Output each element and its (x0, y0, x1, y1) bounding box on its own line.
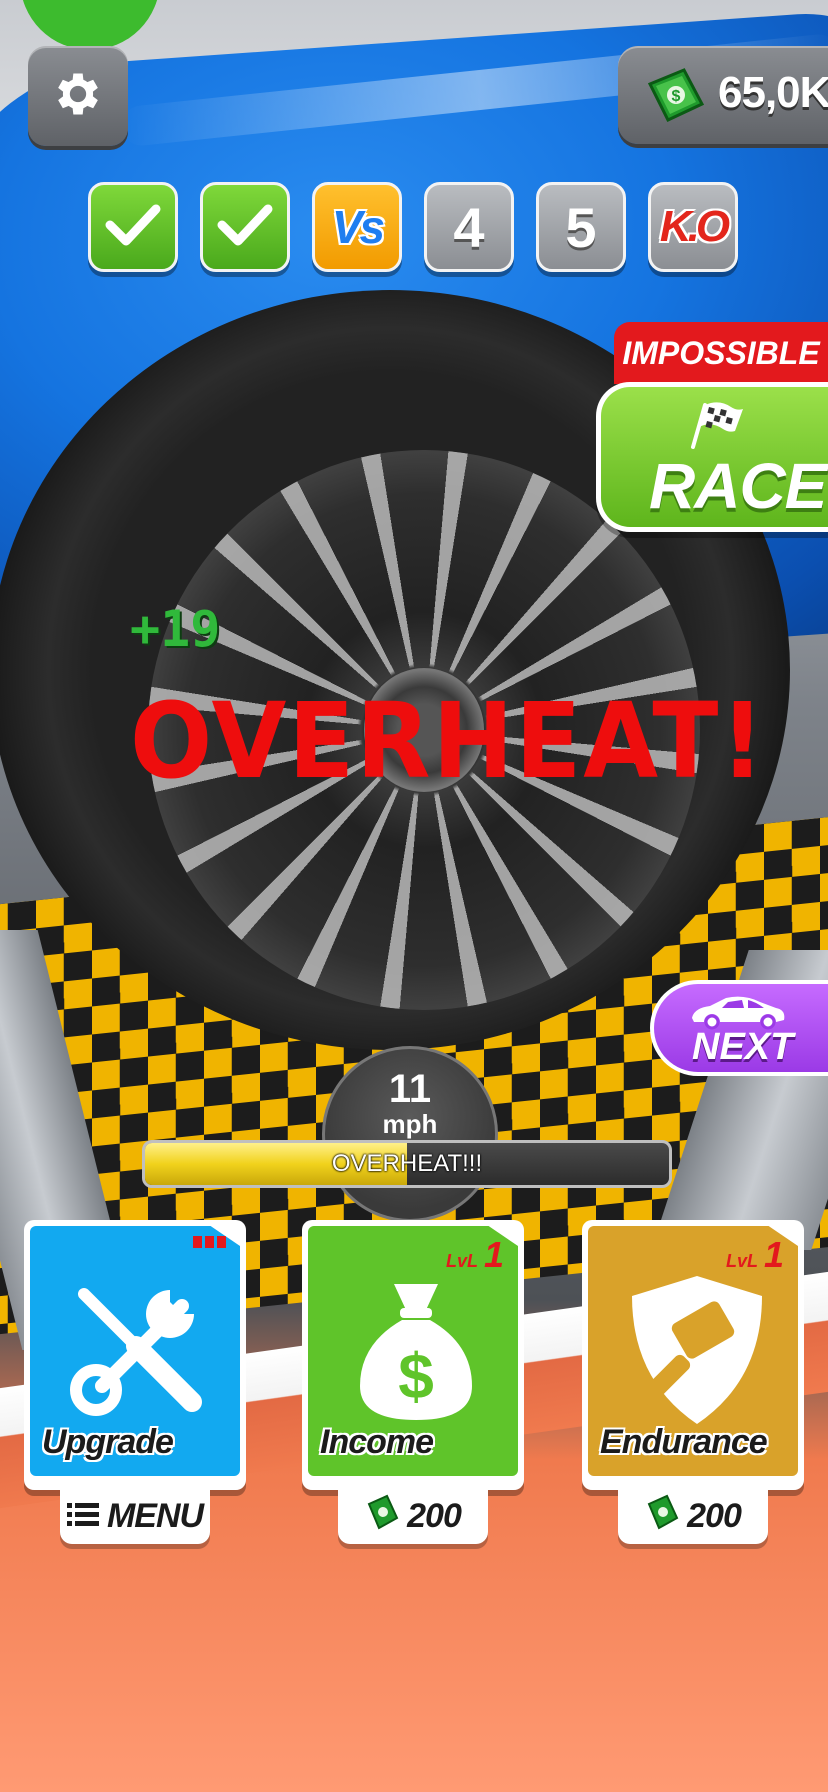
upgrade-card-label: Upgrade (42, 1423, 174, 1461)
difficulty-badge: IMPOSSIBLE (614, 322, 828, 384)
income-cost: 200 (407, 1496, 462, 1535)
race-label: RACE (649, 450, 827, 522)
step-4-label: 4 (453, 195, 485, 259)
overheat-status-text: OVERHEAT! (130, 680, 767, 802)
endurance-card[interactable]: LvL 1 Endurance (582, 1220, 804, 1490)
upgrade-card[interactable]: Upgrade (24, 1220, 246, 1490)
svg-text:$: $ (672, 88, 681, 105)
money-bag-icon: $ (346, 1274, 486, 1428)
race-button[interactable]: RACE (596, 382, 828, 532)
endurance-buy-button[interactable]: 200 (618, 1488, 768, 1544)
upgrade-indicator (193, 1236, 226, 1248)
income-card[interactable]: $ LvL 1 Income (302, 1220, 524, 1490)
menu-label: MENU (106, 1496, 204, 1535)
step-4: 4 (424, 182, 514, 272)
speed-unit: mph (382, 1109, 438, 1139)
income-buy-button[interactable]: 200 (338, 1488, 488, 1544)
shield-hammer-icon (622, 1270, 772, 1434)
menu-button[interactable]: MENU (60, 1488, 210, 1544)
cash-display: $ 65,0K (618, 46, 828, 144)
step-1-complete (88, 182, 178, 272)
step-5: 5 (536, 182, 626, 272)
step-3-label: Vs (331, 201, 385, 253)
settings-button[interactable] (28, 46, 128, 146)
next-car-button[interactable]: NEXT (650, 980, 828, 1076)
step-6-knockout: K.O (648, 182, 738, 272)
next-label: NEXT (692, 1026, 794, 1068)
svg-text:$: $ (398, 1340, 434, 1412)
gear-icon (50, 66, 106, 126)
endurance-card-art: LvL 1 Endurance (588, 1226, 798, 1476)
checkmark-icon (216, 201, 274, 253)
checkered-flag-icon (685, 401, 745, 453)
wrench-screwdriver-icon (66, 1276, 206, 1420)
checkmark-icon (104, 201, 162, 253)
endurance-card-label: Endurance (600, 1423, 768, 1461)
speedometer: 11 mph (322, 1046, 498, 1222)
step-3-versus: Vs (312, 182, 402, 272)
green-shape (20, 0, 160, 50)
cash-amount: 65,0K (718, 68, 828, 117)
step-2-complete (200, 182, 290, 272)
endurance-cost: 200 (687, 1496, 742, 1535)
cash-icon: $ (644, 64, 708, 132)
upgrade-card-art: Upgrade (30, 1226, 240, 1476)
speed-value: 11 (388, 1067, 432, 1111)
income-level: LvL 1 (445, 1234, 504, 1275)
income-card-label: Income (320, 1423, 434, 1461)
difficulty-label: IMPOSSIBLE (622, 334, 820, 371)
cash-icon (365, 1494, 401, 1538)
heat-bar-label: OVERHEAT!!! (331, 1150, 483, 1177)
menu-list-icon (66, 1501, 101, 1531)
income-card-art: $ LvL 1 Income (308, 1226, 518, 1476)
endurance-level: LvL 1 (725, 1234, 784, 1275)
step-5-label: 5 (565, 195, 597, 259)
cash-icon (645, 1494, 681, 1538)
level-progress: Vs 4 5 K.O (88, 182, 748, 276)
heat-bar: OVERHEAT!!! (142, 1140, 672, 1188)
gain-popup: +19 (130, 600, 221, 658)
step-6-label: K.O (659, 202, 730, 251)
